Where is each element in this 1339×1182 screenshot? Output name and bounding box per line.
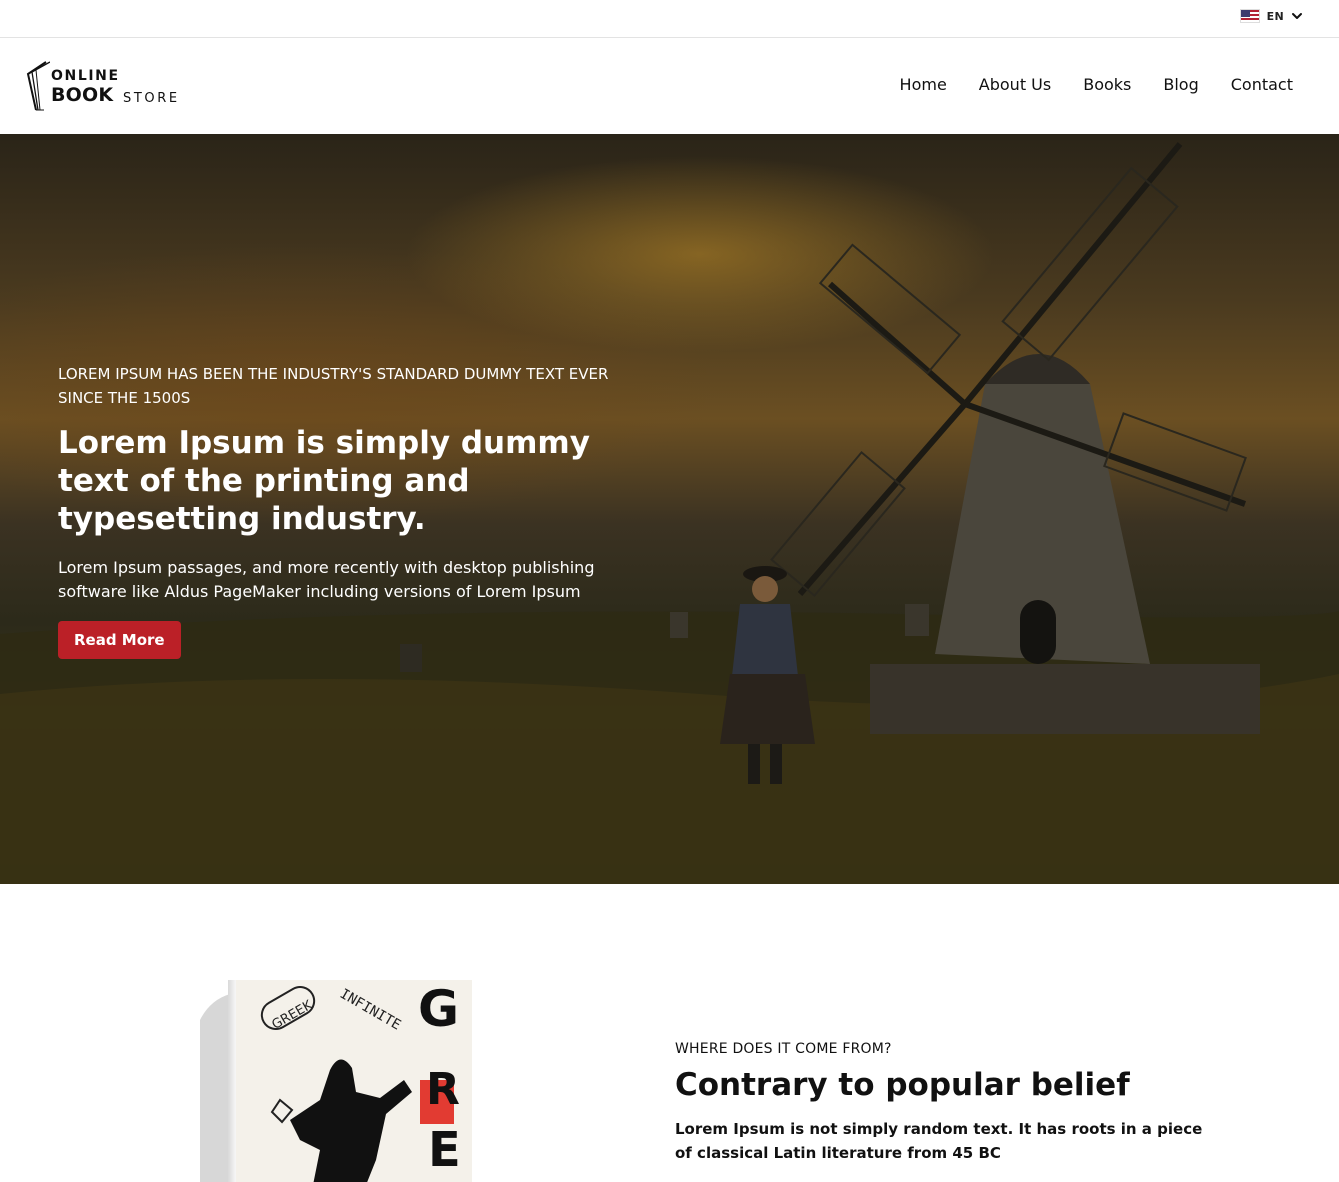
- read-more-button[interactable]: Read More: [58, 621, 181, 659]
- chevron-down-icon: [1292, 13, 1302, 19]
- site-header: ONLINE BOOK STORE Home About Us Books Bl…: [0, 38, 1339, 134]
- logo-text-store: STORE: [123, 91, 180, 106]
- nav-about-us[interactable]: About Us: [979, 75, 1051, 94]
- us-flag-icon: [1239, 9, 1260, 23]
- hero-lead: Lorem Ipsum passages, and more recently …: [58, 558, 595, 601]
- hero-banner: LOREM IPSUM HAS BEEN THE INDUSTRY'S STAN…: [0, 134, 1339, 884]
- nav-blog[interactable]: Blog: [1163, 75, 1198, 94]
- nav-home[interactable]: Home: [900, 75, 947, 94]
- hero-headline: Lorem Ipsum is simply dummy text of the …: [58, 425, 590, 537]
- hero-content: LOREM IPSUM HAS BEEN THE INDUSTRY'S STAN…: [58, 362, 658, 659]
- about-content: WHERE DOES IT COME FROM? Contrary to pop…: [675, 1041, 1235, 1165]
- language-code: EN: [1266, 9, 1284, 23]
- book-cover-image: GREEK INFINITE G R E: [180, 980, 480, 1182]
- about-section: GREEK INFINITE G R E WHERE DOES IT COME …: [0, 884, 1339, 1182]
- cover-letter-e: E: [428, 1122, 461, 1178]
- logo-text-online: ONLINE: [51, 68, 120, 84]
- cover-letter-r: R: [426, 1064, 460, 1115]
- nav-books[interactable]: Books: [1083, 75, 1131, 94]
- cover-letter-g: G: [418, 980, 459, 1038]
- about-eyebrow: WHERE DOES IT COME FROM?: [675, 1041, 892, 1057]
- about-title: Contrary to popular belief: [675, 1067, 1130, 1103]
- logo-text-book: BOOK: [51, 84, 114, 106]
- main-nav: Home About Us Books Blog Contact: [900, 75, 1293, 94]
- book-logo-icon: [26, 61, 50, 111]
- top-bar: EN: [0, 0, 1339, 38]
- nav-contact[interactable]: Contact: [1231, 75, 1293, 94]
- about-body: Lorem Ipsum is not simply random text. I…: [675, 1120, 1203, 1162]
- language-selector[interactable]: EN: [1239, 9, 1303, 23]
- hero-eyebrow: LOREM IPSUM HAS BEEN THE INDUSTRY'S STAN…: [58, 365, 609, 407]
- site-logo[interactable]: ONLINE BOOK STORE: [24, 58, 204, 114]
